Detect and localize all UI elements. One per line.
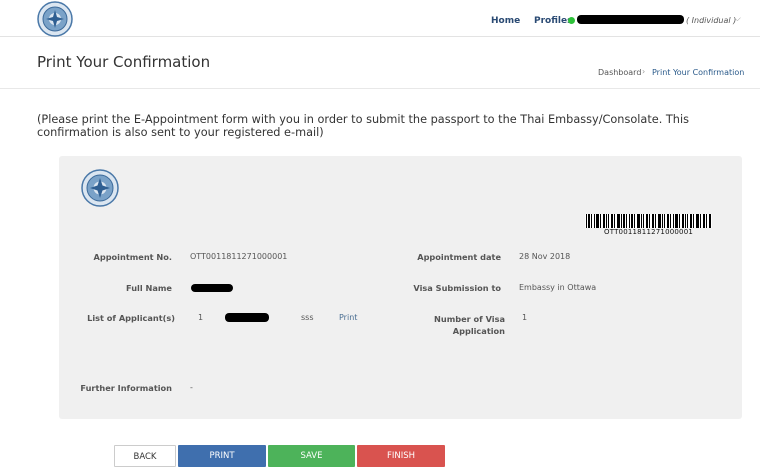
royal-emblem-logo[interactable]: [36, 1, 74, 37]
chevron-down-icon[interactable]: ⌵: [734, 14, 741, 24]
breadcrumb-dashboard[interactable]: Dashboard: [598, 68, 641, 77]
print-button[interactable]: PRINT: [178, 445, 266, 467]
user-type-label: ( Individual ): [686, 16, 737, 25]
redacted-applicant-name: [225, 313, 269, 322]
applicant-print-link[interactable]: Print: [339, 313, 357, 322]
visa-submission-label: Visa Submission to: [413, 283, 501, 293]
applicants-label: List of Applicant(s): [87, 313, 175, 323]
breadcrumb-current: Print Your Confirmation: [652, 68, 745, 77]
top-navbar: Home Profiles ( Individual ) ⌵: [0, 0, 760, 37]
nav-profiles-link[interactable]: Profiles: [534, 16, 572, 26]
online-status-icon: [568, 17, 575, 24]
barcode-number: OTT0011811271000001: [604, 228, 693, 236]
redacted-user-email: [577, 15, 684, 24]
further-info-label: Further Information: [80, 383, 172, 393]
save-button[interactable]: SAVE: [268, 445, 355, 467]
confirmation-card: OTT0011811271000001 Appointment No. OTT0…: [59, 156, 742, 419]
instruction-text: (Please print the E-Appointment form wit…: [37, 113, 689, 139]
page-title: Print Your Confirmation: [37, 53, 211, 71]
appointment-date-label: Appointment date: [417, 252, 501, 262]
num-visa-value: 1: [522, 313, 528, 322]
applicant-index: 1: [198, 313, 204, 322]
further-info-value: -: [190, 383, 193, 392]
divider: [0, 88, 760, 89]
barcode-image: [585, 214, 712, 228]
royal-emblem-icon: [81, 169, 119, 207]
appointment-no-value: OTT0011811271000001: [190, 252, 288, 261]
num-visa-label: Number of Visa Application: [434, 314, 505, 336]
nav-home-link[interactable]: Home: [491, 16, 520, 26]
appointment-no-label: Appointment No.: [93, 252, 173, 262]
finish-button[interactable]: FINISH: [357, 445, 445, 467]
breadcrumb-separator-icon: ›: [642, 67, 646, 76]
redacted-full-name: [191, 284, 233, 292]
full-name-label: Full Name: [126, 283, 172, 293]
applicant-extra: sss: [301, 313, 314, 322]
visa-submission-value: Embassy in Ottawa: [519, 283, 597, 292]
back-button[interactable]: BACK: [114, 445, 176, 467]
appointment-date-value: 28 Nov 2018: [519, 252, 571, 261]
